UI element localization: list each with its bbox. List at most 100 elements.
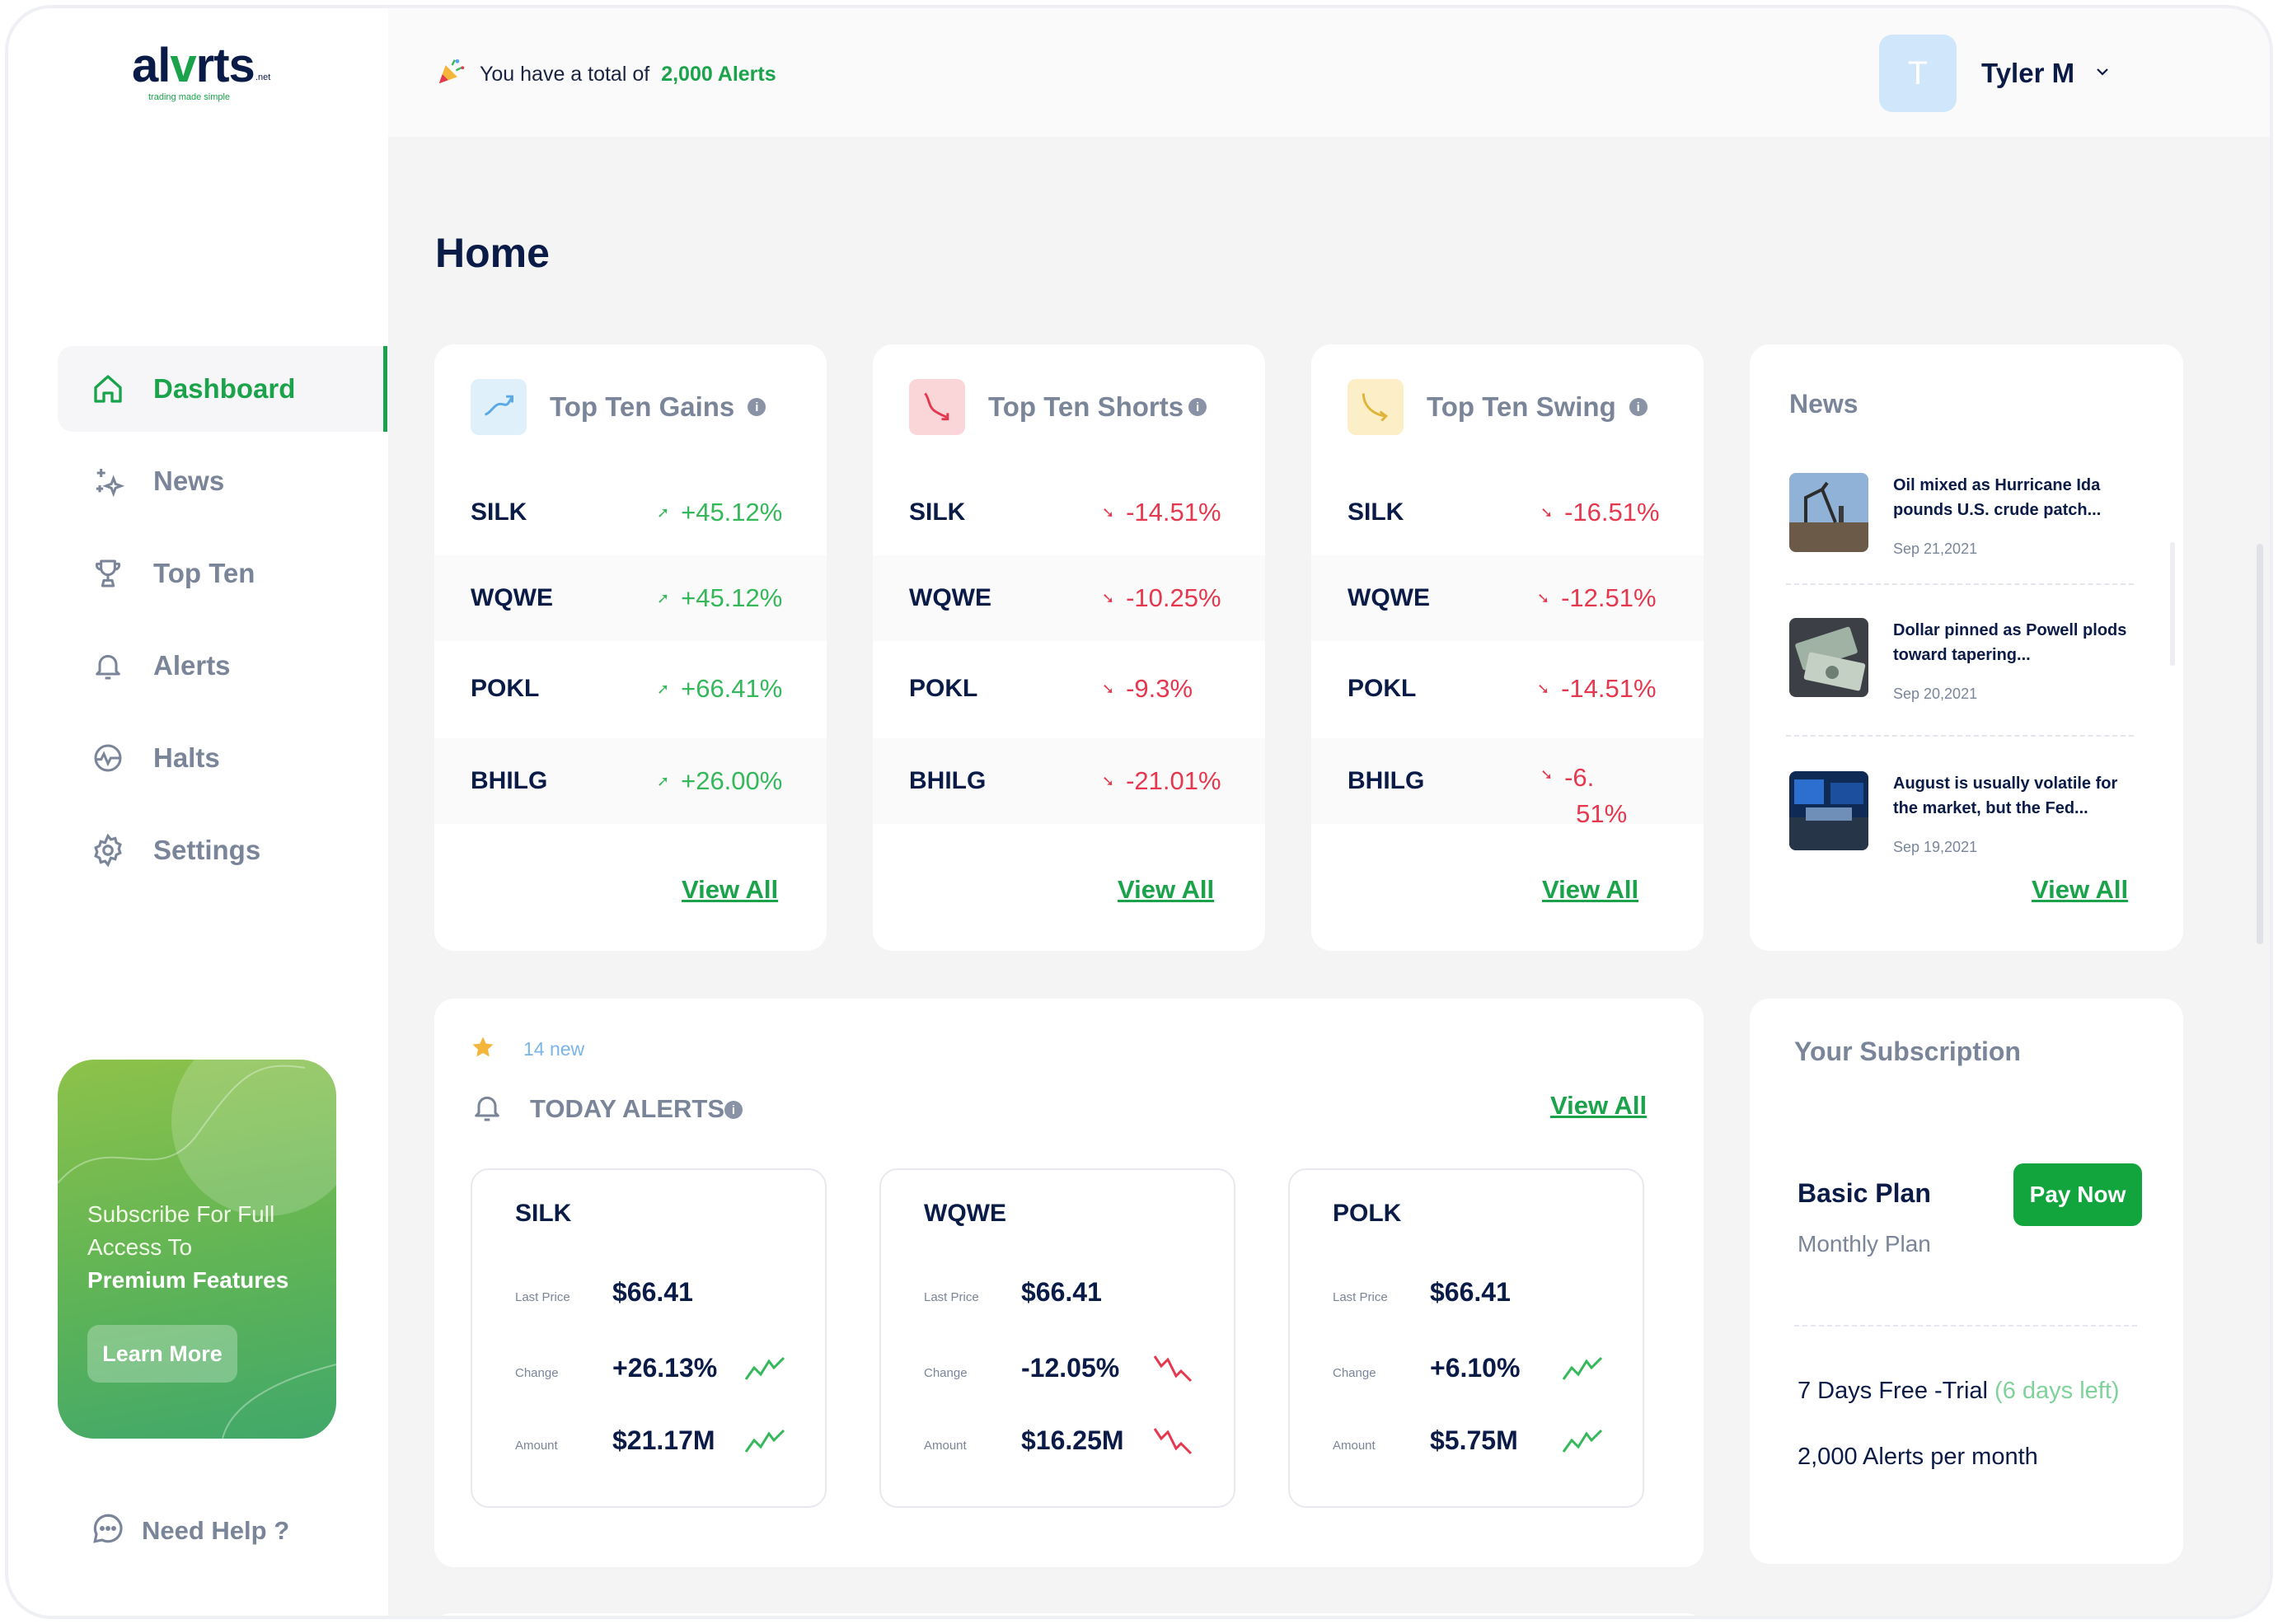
card-title: Top Ten Gains <box>550 391 735 422</box>
change-value: +26.13% <box>612 1353 718 1383</box>
row-value: +45.12% <box>681 583 783 612</box>
change-value: -12.05% <box>1021 1353 1120 1383</box>
view-all-swing-link[interactable]: View All <box>1542 875 1638 905</box>
info-icon[interactable]: i <box>1188 398 1207 416</box>
news-item[interactable]: Dollar pinned as Powell plods toward tap… <box>1789 618 2134 742</box>
table-row[interactable]: WQWE ➘ -10.25% <box>873 555 1265 641</box>
card-header: Top Ten Gains i <box>471 379 766 435</box>
view-all-news-link[interactable]: View All <box>2032 875 2128 905</box>
table-row[interactable]: WQWE ➚ +45.12% <box>434 555 827 641</box>
row-value: +66.41% <box>681 674 783 703</box>
arrow-down-icon: ➘ <box>1537 680 1550 697</box>
view-all-shorts-link[interactable]: View All <box>1118 875 1214 905</box>
amount-label: Amount <box>1333 1439 1376 1453</box>
sidebar-item-label: Top Ten <box>153 558 255 588</box>
view-all-alerts-link[interactable]: View All <box>1550 1091 1647 1121</box>
need-help-label: Need Help ? <box>142 1515 290 1545</box>
info-icon[interactable]: i <box>724 1101 743 1119</box>
swing-curve-icon <box>1348 379 1404 435</box>
row-symbol: WQWE <box>471 584 553 611</box>
arrow-down-icon: ➘ <box>1540 766 1554 783</box>
subscription-card: Your Subscription Basic Plan Monthly Pla… <box>1750 999 2183 1564</box>
arrow-up-icon: ➚ <box>657 503 670 521</box>
page-scrollbar[interactable] <box>2257 544 2263 944</box>
arrow-down-icon: ➘ <box>1102 589 1115 606</box>
row-symbol: BHILG <box>909 767 987 794</box>
table-row[interactable]: SILK ➚ +45.12% <box>434 470 827 555</box>
sidebar-item-settings[interactable]: Settings <box>58 807 387 893</box>
alerts-count: 2,000 Alerts <box>661 63 776 86</box>
section-title: TODAY ALERTS <box>530 1094 724 1123</box>
news-item[interactable]: Oil mixed as Hurricane Ida pounds U.S. c… <box>1789 473 2134 597</box>
row-symbol: SILK <box>1348 498 1404 526</box>
card-header: Top Ten Shorts i <box>909 379 1207 435</box>
table-row[interactable]: BHILG ➘ -6. 51% <box>1311 738 1704 828</box>
view-all-gains-link[interactable]: View All <box>682 875 778 905</box>
row-value: -21.01% <box>1126 766 1221 795</box>
sidebar-item-dashboard[interactable]: Dashboard <box>58 346 387 432</box>
row-symbol: POKL <box>1348 675 1417 702</box>
row-symbol: POKL <box>471 675 540 702</box>
last-price-value: $66.41 <box>612 1277 693 1307</box>
row-value-wrap: 51% <box>1576 799 1628 828</box>
news-thumbnail <box>1789 771 1868 850</box>
news-scrollbar[interactable] <box>2170 542 2175 666</box>
table-row[interactable]: BHILG ➚ +26.00% <box>434 738 827 824</box>
sparkline-up-icon <box>744 1356 785 1380</box>
row-symbol: SILK <box>471 498 527 526</box>
sidebar-item-top-ten[interactable]: Top Ten <box>58 531 387 616</box>
table-row[interactable]: WQWE ➘ -12.51% <box>1311 555 1704 641</box>
info-icon[interactable]: i <box>1629 398 1648 416</box>
news-headline: Dollar pinned as Powell plods toward tap… <box>1893 621 2127 664</box>
logo-suffix: .net <box>255 73 271 82</box>
alert-card-polk[interactable]: POLK Last Price $66.41 Change +6.10% Amo… <box>1288 1168 1644 1508</box>
amount-label: Amount <box>924 1439 967 1453</box>
new-alerts-count: 14 new <box>523 1038 585 1060</box>
arrow-down-icon: ➘ <box>1102 772 1115 789</box>
sidebar-item-label: News <box>153 466 225 496</box>
sidebar-item-news[interactable]: News <box>58 438 387 524</box>
sidebar-item-halts[interactable]: Halts <box>58 715 387 801</box>
user-menu[interactable]: T Tyler M <box>1879 35 2112 112</box>
card-title: Your Subscription <box>1794 1037 2021 1066</box>
divider <box>1794 1325 2137 1327</box>
row-value: -6. <box>1564 763 1595 792</box>
bell-icon <box>471 1091 504 1128</box>
row-value: -14.51% <box>1561 674 1657 703</box>
bell-icon <box>89 647 127 685</box>
table-row[interactable]: POKL ➘ -14.51% <box>1311 646 1704 732</box>
pay-now-button[interactable]: Pay Now <box>2013 1163 2142 1226</box>
logo-text-right: rts <box>195 39 255 92</box>
trial-label: 7 Days Free -Trial <box>1798 1378 1988 1404</box>
alert-symbol: WQWE <box>924 1200 1006 1227</box>
trend-up-icon <box>471 379 527 435</box>
card-title: Top Ten Shorts <box>988 391 1184 422</box>
sparkline-up-icon <box>744 1429 785 1453</box>
arrow-down-icon: ➘ <box>1540 503 1554 521</box>
row-value: -9.3% <box>1126 674 1193 703</box>
top-gains-card: Top Ten Gains i SILK ➚ +45.12% WQWE ➚ +45.12… <box>434 344 827 951</box>
table-row[interactable]: POKL ➚ +66.41% <box>434 646 827 732</box>
learn-more-button[interactable]: Learn More <box>87 1325 237 1383</box>
alert-card-wqwe[interactable]: WQWE Last Price $66.41 Change -12.05% Am… <box>879 1168 1235 1508</box>
news-headline: August is usually volatile for the marke… <box>1893 775 2118 817</box>
table-row[interactable]: SILK ➘ -16.51% <box>1311 470 1704 555</box>
table-row[interactable]: SILK ➘ -14.51% <box>873 470 1265 555</box>
info-icon[interactable]: i <box>748 398 766 416</box>
sidebar: alvrts .net trading made simple Dashboar… <box>8 8 388 1616</box>
need-help-link[interactable]: Need Help ? <box>91 1511 289 1550</box>
party-icon <box>435 56 466 93</box>
trial-days-left: (6 days left) <box>1994 1378 2120 1404</box>
premium-promo-card: Subscribe For Full Access To Premium Feat… <box>58 1060 336 1439</box>
alert-card-silk[interactable]: SILK Last Price $66.41 Change +26.13% Am… <box>471 1168 827 1508</box>
row-value: -10.25% <box>1126 583 1221 612</box>
last-price-label: Last Price <box>924 1290 979 1304</box>
table-row[interactable]: POKL ➘ -9.3% <box>873 646 1265 732</box>
brand-logo[interactable]: alvrts .net trading made simple <box>132 38 297 112</box>
alert-symbol: POLK <box>1333 1200 1402 1227</box>
table-row[interactable]: BHILG ➘ -21.01% <box>873 738 1265 824</box>
sidebar-item-alerts[interactable]: Alerts <box>58 623 387 709</box>
alerts-notice: You have a total of 2,000 Alerts <box>435 56 776 93</box>
arrow-up-icon: ➚ <box>657 772 670 789</box>
divider <box>1786 583 2134 585</box>
